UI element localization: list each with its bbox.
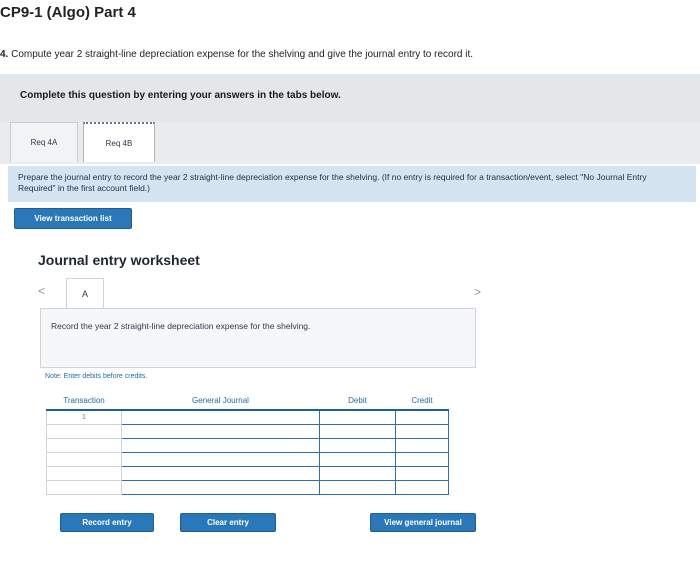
debit-credit-note: Note: Enter debits before credits. [45, 373, 148, 380]
entry-description: Record the year 2 straight-line deprecia… [40, 308, 476, 368]
chevron-left-icon[interactable]: < [38, 284, 45, 298]
header-debit: Debit [319, 391, 396, 411]
transaction-cell [46, 480, 122, 495]
credit-input[interactable] [395, 452, 449, 467]
header-credit: Credit [395, 391, 449, 411]
complete-question-bar: Complete this question by entering your … [0, 74, 700, 122]
debit-input[interactable] [319, 466, 396, 481]
debit-input[interactable] [319, 424, 396, 439]
header-transaction: Transaction [46, 391, 122, 411]
account-select[interactable] [121, 452, 320, 467]
account-select[interactable] [121, 409, 320, 425]
table-row [46, 424, 449, 439]
chevron-right-icon[interactable]: > [474, 285, 481, 299]
table-row [46, 466, 449, 481]
credit-input[interactable] [395, 424, 449, 439]
complete-question-text: Complete this question by entering your … [20, 90, 341, 101]
debit-input[interactable] [319, 438, 396, 453]
clear-entry-button[interactable]: Clear entry [180, 513, 276, 532]
debit-input[interactable] [319, 409, 396, 425]
journal-table: Transaction General Journal Debit Credit… [46, 391, 449, 495]
debit-input[interactable] [319, 452, 396, 467]
account-select[interactable] [121, 466, 320, 481]
record-entry-button[interactable]: Record entry [60, 513, 154, 532]
view-transaction-list-button[interactable]: View transaction list [14, 208, 132, 229]
question-body: Compute year 2 straight-line depreciatio… [8, 49, 474, 60]
view-general-journal-button[interactable]: View general journal [370, 513, 476, 532]
transaction-cell: 1 [46, 409, 122, 425]
tabs-area: Req 4A Req 4B [0, 122, 700, 164]
transaction-cell [46, 424, 122, 439]
debit-input[interactable] [319, 480, 396, 495]
transaction-cell [46, 452, 122, 467]
transaction-cell [46, 438, 122, 453]
tab-req-4b[interactable]: Req 4B [83, 122, 155, 162]
page-title: CP9-1 (Algo) Part 4 [0, 4, 136, 21]
transaction-cell [46, 466, 122, 481]
account-select[interactable] [121, 480, 320, 495]
credit-input[interactable] [395, 480, 449, 495]
account-select[interactable] [121, 438, 320, 453]
tab-req-4a[interactable]: Req 4A [10, 122, 78, 162]
instruction-box: Prepare the journal entry to record the … [8, 166, 696, 202]
table-row [46, 438, 449, 453]
credit-input[interactable] [395, 438, 449, 453]
table-row: 1 [46, 409, 449, 425]
credit-input[interactable] [395, 466, 449, 481]
account-select[interactable] [121, 424, 320, 439]
credit-input[interactable] [395, 409, 449, 425]
entry-tab-a[interactable]: A [66, 278, 104, 308]
worksheet-title: Journal entry worksheet [38, 252, 200, 268]
question-text: 4. Compute year 2 straight-line deprecia… [0, 49, 473, 60]
header-general-journal: General Journal [121, 391, 320, 411]
table-row [46, 480, 449, 495]
table-row [46, 452, 449, 467]
